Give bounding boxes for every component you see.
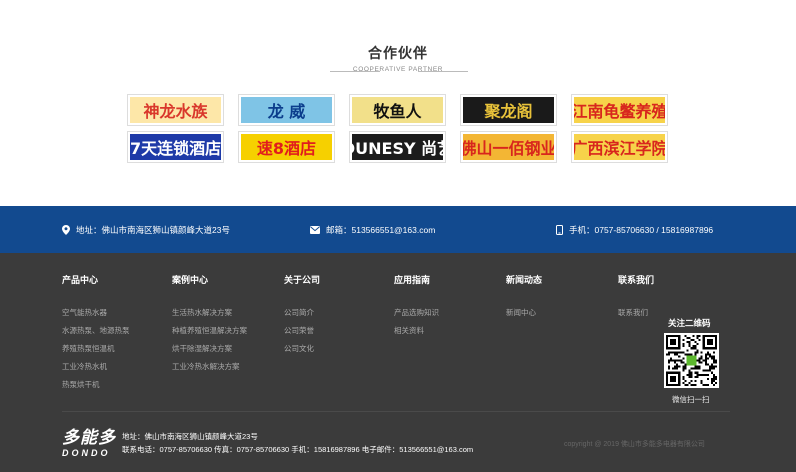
footer-col-about: 关于公司 公司简介 公司荣誉 公司文化 [284,273,320,358]
footer-link[interactable]: 公司简介 [284,304,320,322]
contact-email: 邮箱：513566551@163.com [310,224,435,236]
partner-logo-shenlong[interactable]: 神龙水族 [127,94,224,126]
footer-link[interactable]: 水源热泵、地源热泵 [62,322,130,340]
footer-link[interactable]: 新闻中心 [506,304,542,322]
mail-icon [310,226,320,234]
contact-phone: 手机：0757-85706630 / 15816987896 [556,224,713,236]
partner-logo-longwei[interactable]: 龙 威 [238,94,335,126]
partner-logo-text: 佛山一佰钢业 [463,134,554,160]
partner-logo-jiangnan[interactable]: 江南龟鳖养殖 [571,94,668,126]
qr-code-image [666,335,717,386]
footer-col-news: 新闻动态 新闻中心 [506,273,542,322]
contact-bar: 地址：佛山市南海区狮山镇颜峰大道23号 邮箱：513566551@163.com… [0,206,796,253]
site-footer: 产品中心 空气能热水器 水源热泵、地源热泵 养殖热泵恒温机 工业冷热水机 热泵烘… [0,253,796,472]
footer-link[interactable]: 空气能热水器 [62,304,130,322]
footer-col-cases: 案例中心 生活热水解决方案 种植养殖恒温解决方案 烘干除湿解决方案 工业冷热水解… [172,273,247,376]
footer-address-block: 地址：佛山市南海区狮山镇颜峰大道23号 联系电话：0757-85706630 传… [122,430,473,456]
footer-link[interactable]: 相关资料 [394,322,439,340]
footer-address-line: 地址：佛山市南海区狮山镇颜峰大道23号 [122,432,258,441]
footer-link[interactable]: 烘干除湿解决方案 [172,340,247,358]
partners-subtitle: COOPERATIVE PARTNER [352,66,444,73]
partner-logo-text: 龙 威 [241,97,332,123]
footer-col-products: 产品中心 空气能热水器 水源热泵、地源热泵 养殖热泵恒温机 工业冷热水机 热泵烘… [62,273,130,394]
location-pin-icon [62,225,70,235]
footer-link[interactable]: 工业冷热水解决方案 [172,358,247,376]
contact-email-text[interactable]: 邮箱：513566551@163.com [326,224,435,236]
footer-col-title[interactable]: 新闻动态 [506,273,542,286]
brand-name-en: DONDO [62,448,111,458]
brand-name-cn: 多能多 [62,428,116,448]
qr-title: 关注二维码 [668,318,711,328]
partner-logo-text: 江南龟鳖养殖 [574,97,665,123]
partner-logo-julongge[interactable]: 聚龙阁 [460,94,557,126]
brand-logo[interactable]: 多能多 DONDO [62,423,116,458]
footer-link[interactable]: 生活热水解决方案 [172,304,247,322]
footer-col-title[interactable]: 产品中心 [62,273,130,286]
footer-col-guide: 应用指南 产品选购知识 相关资料 [394,273,439,340]
footer-link[interactable]: 工业冷热水机 [62,358,130,376]
subtitle-divider-right [418,71,468,72]
footer-link[interactable]: 热泵烘干机 [62,376,130,394]
footer-link[interactable]: 养殖热泵恒温机 [62,340,130,358]
footer-col-title[interactable]: 案例中心 [172,273,247,286]
footer-col-title[interactable]: 应用指南 [394,273,439,286]
contact-address-text: 地址：佛山市南海区狮山镇颜峰大道23号 [76,225,230,235]
partner-logo-text: 7天连锁酒店 [130,134,221,160]
footer-col-contact: 联系我们 联系我们 [618,273,654,322]
footer-contact-line: 联系电话：0757-85706630 传真：0757-85706630 手机：1… [122,445,474,454]
footer-link[interactable]: 种植养殖恒温解决方案 [172,322,247,340]
footer-link[interactable]: 公司文化 [284,340,320,358]
contact-address: 地址：佛山市南海区狮山镇颜峰大道23号 [62,224,230,236]
partner-logo-guangxi-binjiang[interactable]: 广西滨江学院 [571,131,668,163]
footer-divider [62,411,730,412]
partners-title: 合作伙伴 [368,45,428,61]
footer-link[interactable]: 产品选购知识 [394,304,439,322]
partner-logo-foshan-steel[interactable]: 佛山一佰钢业 [460,131,557,163]
partner-logo-text: 广西滨江学院 [574,134,665,160]
footer-link[interactable]: 联系我们 [618,304,654,322]
partner-logo-text: 速8酒店 [241,134,332,160]
partner-logo-text: 聚龙阁 [463,97,554,123]
partner-logo-muyuren[interactable]: 牧鱼人 [349,94,446,126]
qr-caption: 微信扫一扫 [672,395,710,404]
footer-col-title[interactable]: 联系我们 [618,273,654,286]
partner-logo-super8[interactable]: 速8酒店 [238,131,335,163]
partner-logo-7days[interactable]: 7天连锁酒店 [127,131,224,163]
contact-phone-text: 手机：0757-85706630 / 15816987896 [569,225,714,235]
mobile-phone-icon [556,225,563,235]
partner-logo-text: DUNESY 尚艺 [352,134,443,160]
wechat-qr-code [664,333,719,388]
partner-logo-dunesy[interactable]: DUNESY 尚艺 [349,131,446,163]
footer-col-title[interactable]: 关于公司 [284,273,320,286]
footer-link[interactable]: 公司荣誉 [284,322,320,340]
partners-section: 合作伙伴 COOPERATIVE PARTNER 神龙水族 龙 威 牧鱼人 聚龙… [0,0,796,206]
copyright-text: copyright @ 2019 佛山市多能多电器有限公司 [564,441,705,448]
partner-logo-text: 牧鱼人 [352,97,443,123]
partner-logo-text: 神龙水族 [130,97,221,123]
